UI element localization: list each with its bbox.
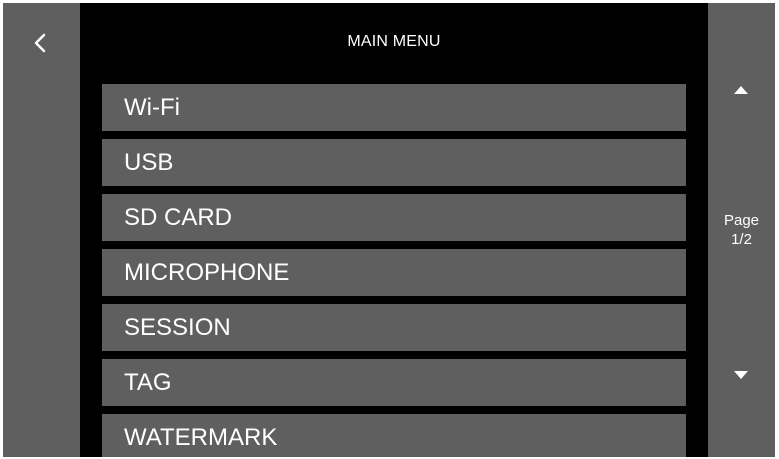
menu-item-wifi[interactable]: Wi-Fi (102, 84, 686, 131)
menu-item-microphone[interactable]: MICROPHONE (102, 249, 686, 296)
chevron-left-icon (34, 33, 46, 53)
menu-list: Wi-Fi USB SD CARD MICROPHONE SESSION TAG… (102, 84, 686, 457)
back-button[interactable] (25, 27, 57, 59)
page-indicator-value: 1/2 (731, 231, 752, 248)
page-title: MAIN MENU (347, 33, 441, 50)
page-down-button[interactable] (726, 363, 756, 387)
right-sidebar: Page 1/2 (708, 3, 775, 457)
menu-item-tag[interactable]: TAG (102, 359, 686, 406)
menu-item-usb[interactable]: USB (102, 139, 686, 186)
menu-item-watermark[interactable]: WATERMARK (102, 414, 686, 457)
left-sidebar (3, 3, 80, 457)
page-indicator-label: Page (723, 212, 760, 229)
page-indicator: Page 1/2 (708, 211, 775, 249)
triangle-down-icon (734, 371, 748, 379)
page-up-button[interactable] (726, 78, 756, 102)
main-panel: MAIN MENU Wi-Fi USB SD CARD MICROPHONE S… (80, 3, 708, 457)
triangle-up-icon (734, 86, 748, 94)
menu-item-sd-card[interactable]: SD CARD (102, 194, 686, 241)
device-screen: MAIN MENU Wi-Fi USB SD CARD MICROPHONE S… (3, 3, 775, 457)
menu-item-session[interactable]: SESSION (102, 304, 686, 351)
